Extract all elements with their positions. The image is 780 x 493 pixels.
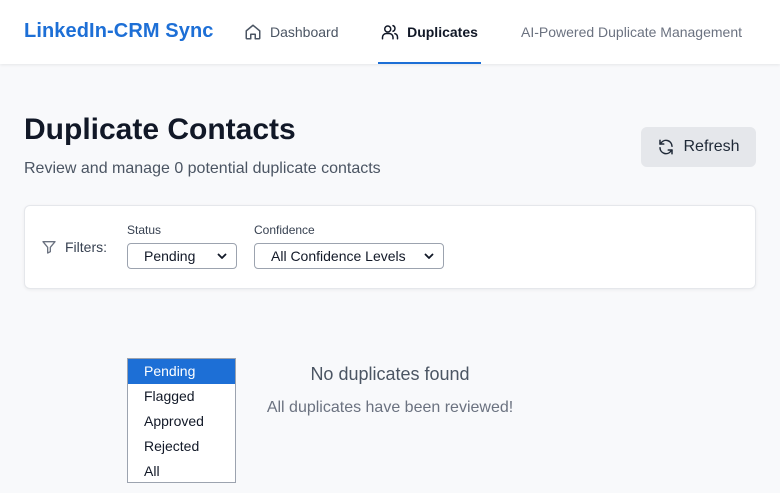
- filters-label: Filters:: [65, 239, 107, 255]
- status-option-rejected[interactable]: Rejected: [128, 434, 235, 459]
- nav-duplicates[interactable]: Duplicates: [378, 0, 481, 64]
- filter-icon: [41, 239, 57, 255]
- refresh-icon: [657, 138, 675, 156]
- filters-heading: Filters:: [41, 239, 107, 255]
- users-icon: [381, 23, 399, 41]
- status-option-all[interactable]: All: [128, 459, 235, 484]
- page-subtitle: Review and manage 0 potential duplicate …: [24, 160, 381, 177]
- chevron-down-icon: [216, 250, 228, 262]
- top-navbar: LinkedIn-CRM Sync Dashboard Duplicates A…: [0, 0, 780, 64]
- empty-state-title: No duplicates found: [310, 364, 470, 384]
- status-filter-label: Status: [127, 223, 162, 237]
- status-option-flagged[interactable]: Flagged: [128, 384, 235, 409]
- status-dropdown-list: Pending Flagged Approved Rejected All: [127, 358, 236, 483]
- confidence-select[interactable]: All Confidence Levels: [254, 243, 444, 269]
- status-select[interactable]: Pending: [127, 243, 237, 269]
- nav-duplicates-label: Duplicates: [407, 24, 478, 40]
- filters-panel: Filters: Status Pending Confidence All C…: [24, 205, 756, 289]
- status-option-pending[interactable]: Pending: [128, 359, 235, 384]
- refresh-button-label: Refresh: [683, 138, 740, 155]
- app-tagline: AI-Powered Duplicate Management: [521, 24, 743, 40]
- nav-dashboard[interactable]: Dashboard: [244, 0, 339, 64]
- chevron-down-icon: [423, 250, 435, 262]
- confidence-select-value: All Confidence Levels: [271, 248, 406, 264]
- home-icon: [244, 23, 262, 41]
- status-select-value: Pending: [144, 248, 196, 264]
- status-option-approved[interactable]: Approved: [128, 409, 235, 434]
- page-title: Duplicate Contacts: [24, 113, 296, 146]
- confidence-filter-label: Confidence: [254, 223, 315, 237]
- nav-dashboard-label: Dashboard: [270, 24, 339, 40]
- app-brand[interactable]: LinkedIn-CRM Sync: [24, 20, 214, 43]
- empty-state-message: All duplicates have been reviewed!: [266, 399, 514, 416]
- refresh-button[interactable]: Refresh: [641, 127, 756, 167]
